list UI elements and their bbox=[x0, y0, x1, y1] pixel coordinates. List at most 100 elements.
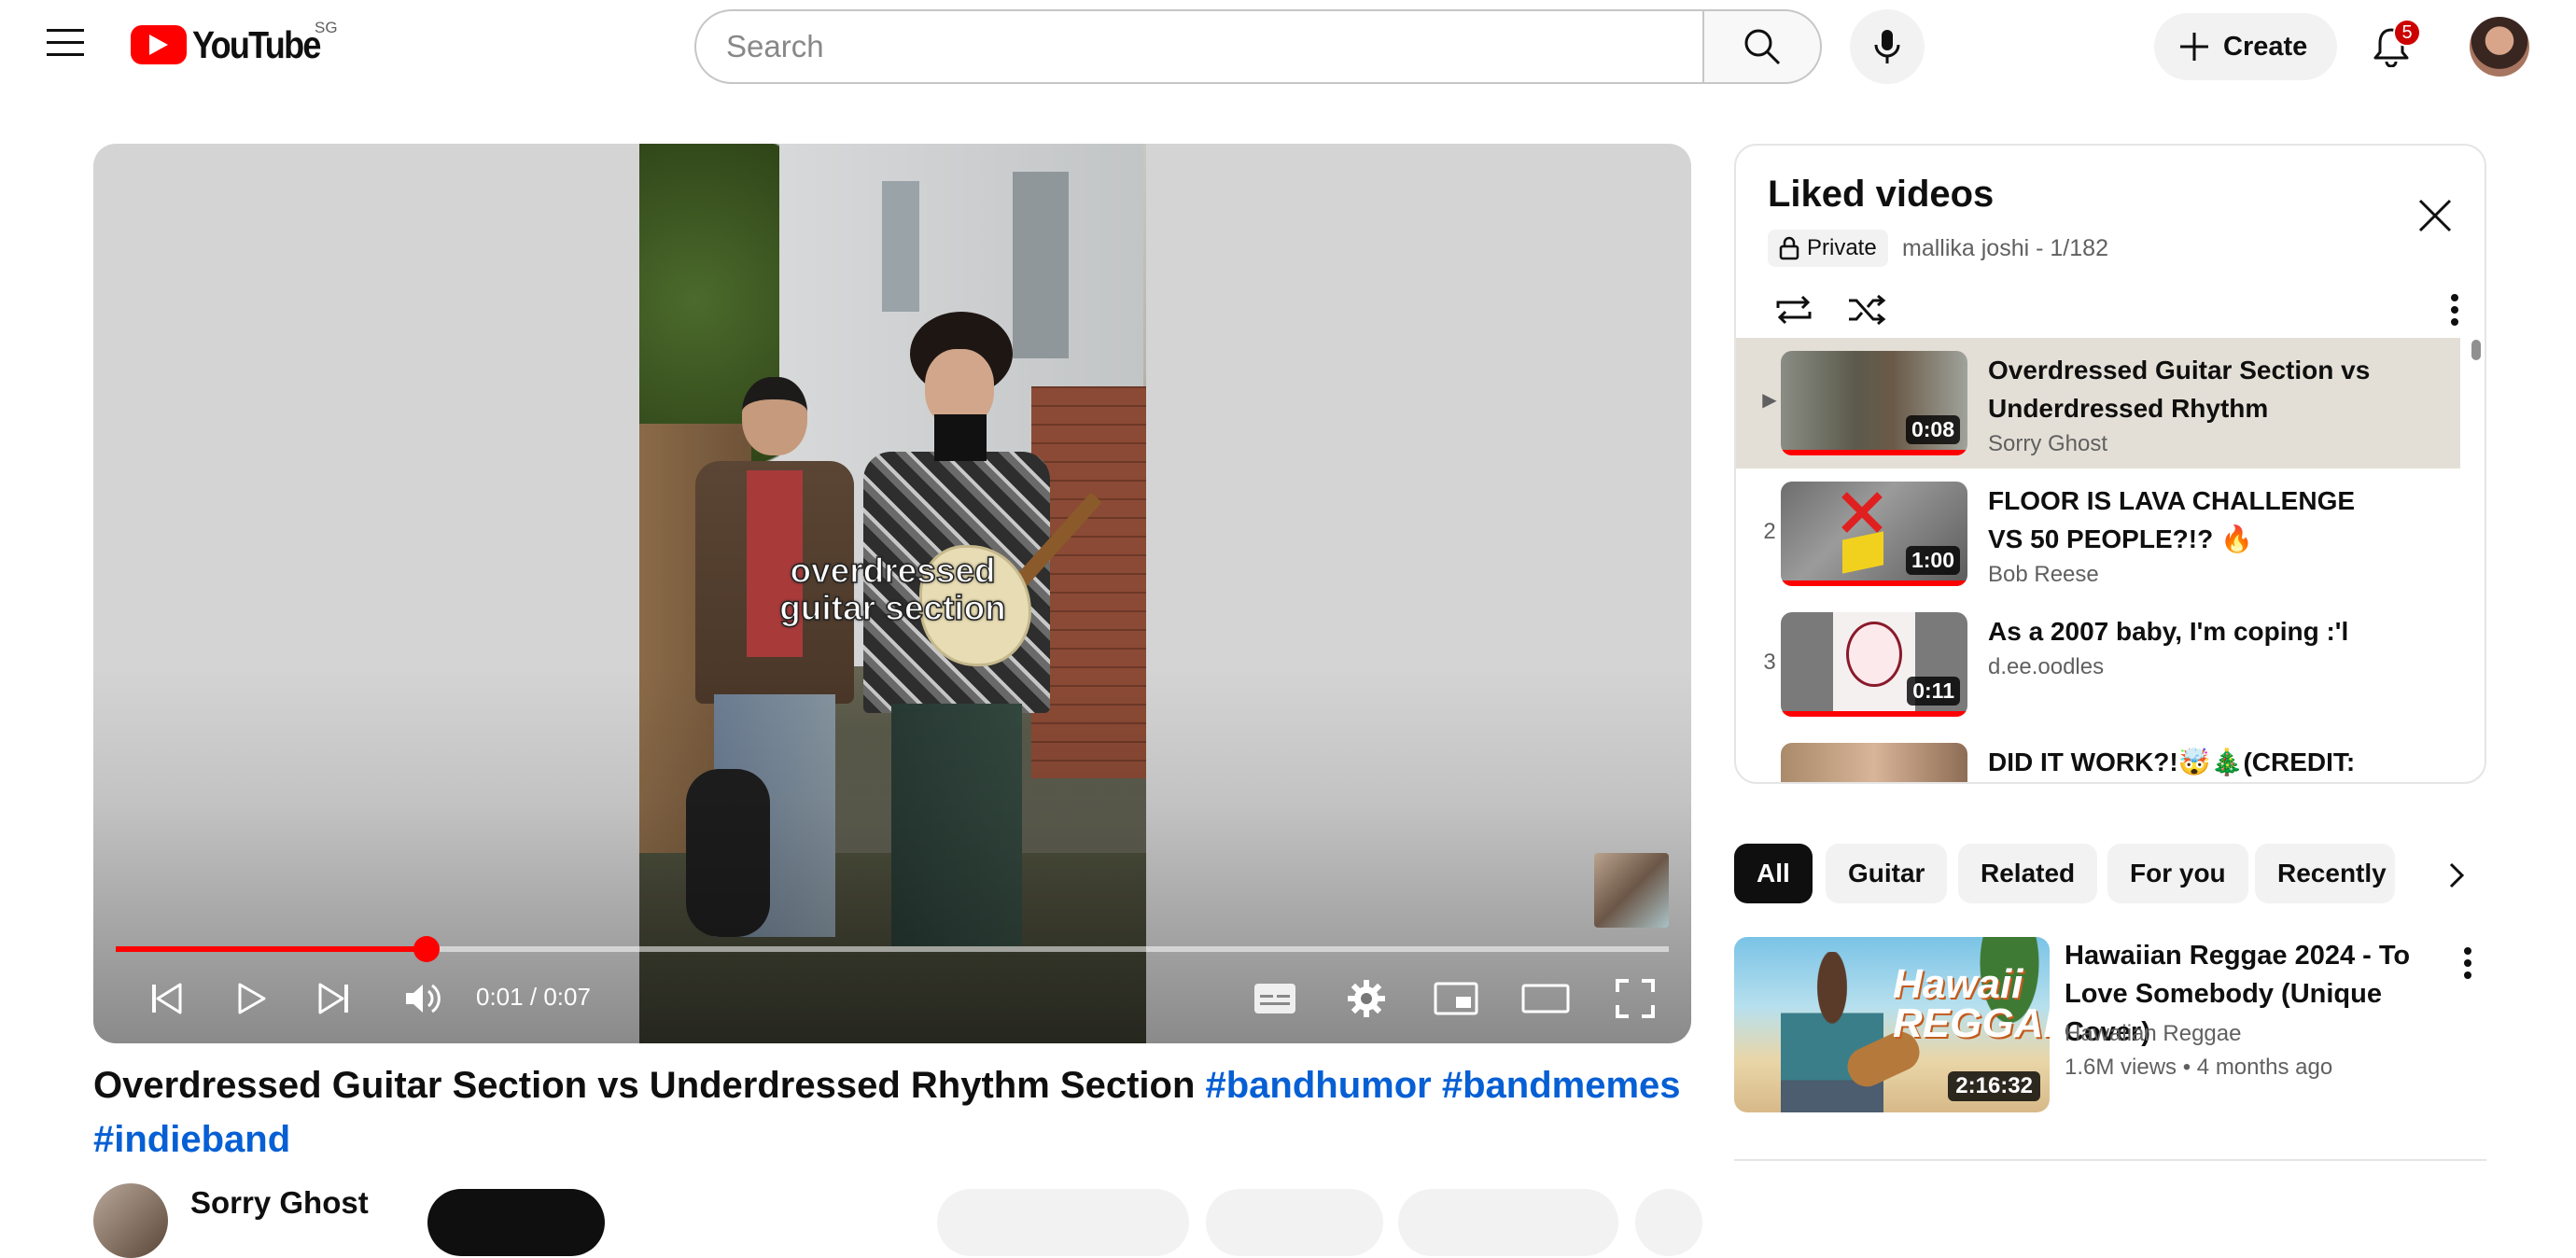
playlist-item-title[interactable]: As a 2007 baby, I'm coping :'l bbox=[1988, 612, 2380, 650]
progress-bar[interactable] bbox=[116, 936, 1669, 962]
volume-button[interactable] bbox=[394, 969, 454, 1028]
playlist-panel: Liked videos Private mallika joshi - 1/1… bbox=[1734, 144, 2486, 784]
loop-icon bbox=[1776, 295, 1812, 325]
playlist-thumbnail[interactable]: 0:11 bbox=[1781, 612, 1967, 717]
playlist-owner[interactable]: mallika joshi bbox=[1902, 235, 2029, 261]
create-button[interactable]: Create bbox=[2154, 13, 2337, 80]
chip-all[interactable]: All bbox=[1734, 844, 1813, 903]
playlist-item[interactable]: 4 DID IT WORK?!🤯🎄(CREDIT: bbox=[1736, 730, 2460, 782]
gear-icon bbox=[1348, 980, 1385, 1017]
meta-separator: - bbox=[2036, 235, 2044, 261]
current-time: 0:01 bbox=[476, 983, 524, 1011]
create-label: Create bbox=[2223, 31, 2308, 62]
skip-next-icon bbox=[318, 983, 348, 1014]
voice-search-button[interactable] bbox=[1850, 9, 1925, 84]
chip-guitar[interactable]: Guitar bbox=[1826, 844, 1948, 903]
duration-badge: 1:00 bbox=[1905, 546, 1960, 575]
person-right bbox=[863, 312, 1102, 965]
playlist-item-title[interactable]: Overdressed Guitar Section vs Underdress… bbox=[1988, 351, 2380, 427]
hashtag-link[interactable]: #bandmemes bbox=[1442, 1065, 1681, 1106]
hashtag-link[interactable]: #bandhumor bbox=[1206, 1065, 1432, 1106]
playlist-item-title[interactable]: DID IT WORK?!🤯🎄(CREDIT: bbox=[1988, 743, 2380, 781]
total-duration: 0:07 bbox=[543, 983, 591, 1011]
time-separator: / bbox=[529, 983, 538, 1011]
watched-bar bbox=[1781, 711, 1967, 717]
video-frame: overdressed guitar section bbox=[639, 144, 1146, 1043]
subtitles-button[interactable] bbox=[1245, 969, 1305, 1028]
close-playlist-button[interactable] bbox=[2410, 190, 2460, 241]
playlist-thumbnail[interactable]: 0:08 bbox=[1781, 351, 1967, 455]
more-actions-button[interactable] bbox=[1635, 1189, 1702, 1256]
miniplayer-icon bbox=[1434, 982, 1478, 1015]
chip-related[interactable]: Related bbox=[1958, 844, 2098, 903]
video-player[interactable]: overdressed guitar section 0:01 / 0:07 bbox=[93, 144, 1691, 1043]
like-dislike-button[interactable] bbox=[937, 1189, 1189, 1256]
previous-button[interactable] bbox=[136, 969, 196, 1028]
play-button[interactable] bbox=[222, 969, 282, 1028]
playlist-meta: mallika joshi - 1/182 bbox=[1902, 235, 2108, 262]
playlist-item[interactable]: ▶ 0:08 Overdressed Guitar Section vs Und… bbox=[1736, 338, 2460, 468]
more-vertical-icon bbox=[2451, 294, 2458, 326]
shuffle-button[interactable] bbox=[1839, 282, 1895, 338]
chevron-right-icon bbox=[2449, 862, 2465, 888]
playlist-item-channel: Bob Reese bbox=[1988, 562, 2099, 587]
meta-dot: • bbox=[2182, 1055, 2197, 1080]
search-button[interactable] bbox=[1702, 9, 1822, 84]
download-button[interactable] bbox=[1398, 1189, 1618, 1256]
playlist-item-channel: Sorry Ghost bbox=[1988, 431, 2108, 456]
channel-watermark[interactable] bbox=[1594, 853, 1669, 928]
recommendation-more-button[interactable] bbox=[2445, 937, 2490, 989]
time-display: 0:01 / 0:07 bbox=[476, 983, 591, 1012]
fullscreen-icon bbox=[1616, 979, 1655, 1018]
playlist-title[interactable]: Liked videos bbox=[1768, 174, 1994, 216]
playlist-item-channel: d.ee.oodles bbox=[1988, 654, 2105, 679]
next-button[interactable] bbox=[304, 969, 364, 1028]
red-x-icon bbox=[1841, 492, 1883, 533]
skip-previous-icon bbox=[152, 983, 182, 1014]
plus-icon bbox=[2180, 33, 2208, 61]
theater-mode-button[interactable] bbox=[1516, 969, 1575, 1028]
chip-for-you[interactable]: For you bbox=[2107, 844, 2248, 903]
search-input[interactable] bbox=[726, 29, 1704, 64]
thumbnail-text: Hawaii REGGAE bbox=[1893, 961, 2050, 1046]
settings-button[interactable] bbox=[1337, 969, 1396, 1028]
playlist-thumbnail[interactable] bbox=[1781, 743, 1967, 782]
miniplayer-button[interactable] bbox=[1426, 969, 1486, 1028]
recommendation-thumbnail[interactable]: Hawaii REGGAE 2:16:32 bbox=[1734, 937, 2050, 1112]
play-icon bbox=[238, 983, 266, 1014]
subscribe-button[interactable] bbox=[427, 1189, 605, 1256]
playlist-scrollbar[interactable] bbox=[2471, 340, 2481, 360]
channel-avatar[interactable] bbox=[93, 1183, 168, 1258]
playlist-item[interactable]: 2 1:00 FLOOR IS LAVA CHALLENGE VS 50 PEO… bbox=[1736, 468, 2460, 599]
recommendation-channel[interactable]: Hawaiian Reggae bbox=[2065, 1021, 2241, 1047]
volume-icon bbox=[406, 984, 441, 1013]
shuffle-icon bbox=[1849, 294, 1886, 326]
youtube-logo[interactable]: YouTube bbox=[131, 21, 337, 69]
hashtag-link[interactable]: #indieband bbox=[93, 1119, 290, 1160]
hamburger-icon bbox=[47, 29, 84, 56]
account-avatar[interactable] bbox=[2470, 17, 2529, 77]
recommendation-meta: 1.6M views • 4 months ago bbox=[2065, 1055, 2332, 1081]
video-title-text: Overdressed Guitar Section vs Underdress… bbox=[93, 1065, 1196, 1106]
playlist-item[interactable]: 3 0:11 As a 2007 baby, I'm coping :'l d.… bbox=[1736, 599, 2460, 730]
subtitles-icon bbox=[1254, 984, 1295, 1013]
progress-fill bbox=[116, 946, 427, 952]
channel-name[interactable]: Sorry Ghost bbox=[190, 1185, 369, 1221]
privacy-label: Private bbox=[1807, 235, 1877, 260]
scrubber-handle[interactable] bbox=[413, 936, 440, 962]
chip-recently-uploaded[interactable]: Recently uploaded bbox=[2255, 844, 2395, 903]
more-vertical-icon bbox=[2464, 947, 2471, 979]
chips-next-button[interactable] bbox=[2430, 849, 2483, 902]
share-button[interactable] bbox=[1206, 1189, 1383, 1256]
logo-wordmark: YouTube bbox=[192, 22, 321, 66]
playlist-thumbnail[interactable]: 1:00 bbox=[1781, 482, 1967, 586]
menu-button[interactable] bbox=[34, 11, 97, 75]
upload-age: 4 months ago bbox=[2196, 1055, 2333, 1080]
view-count: 1.6M views bbox=[2065, 1055, 2177, 1080]
chips-fade bbox=[2389, 844, 2436, 903]
loop-button[interactable] bbox=[1766, 282, 1822, 338]
playlist-more-button[interactable] bbox=[2429, 284, 2481, 336]
playlist-item-title[interactable]: FLOOR IS LAVA CHALLENGE VS 50 PEOPLE?!? … bbox=[1988, 482, 2380, 558]
search-box[interactable] bbox=[694, 9, 1704, 84]
fullscreen-button[interactable] bbox=[1605, 969, 1665, 1028]
